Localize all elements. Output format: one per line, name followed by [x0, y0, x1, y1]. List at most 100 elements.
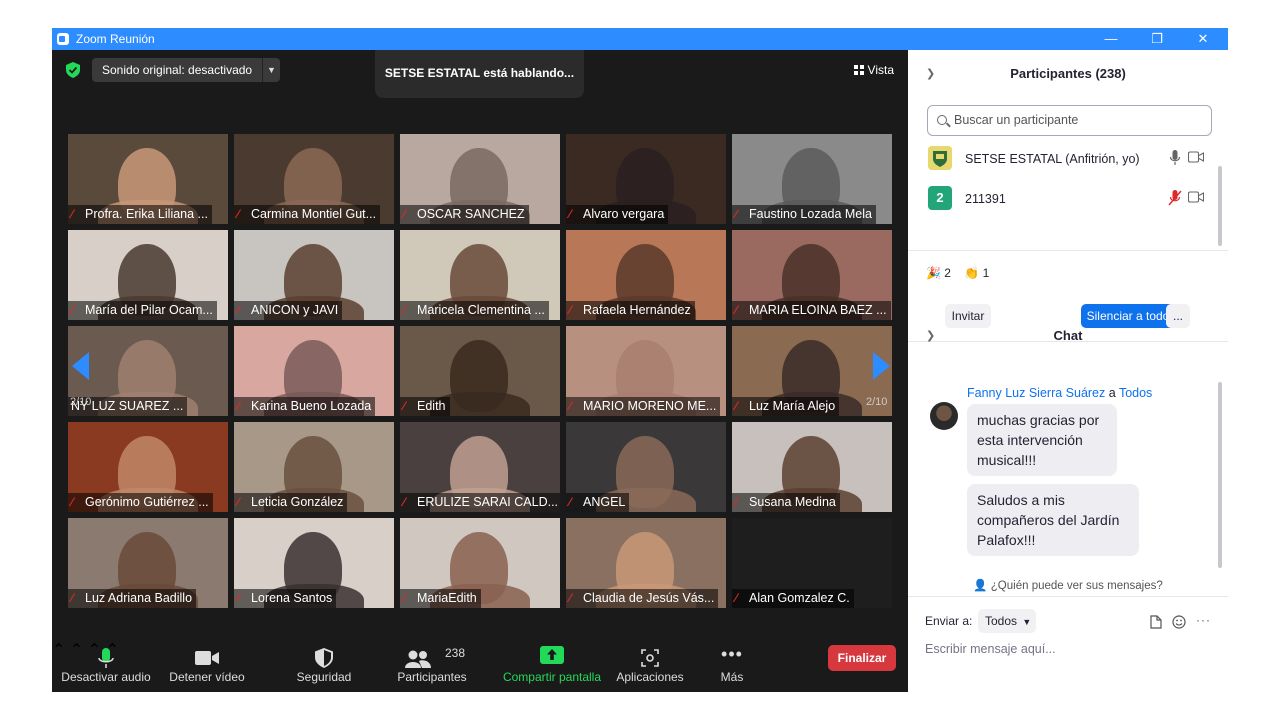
- video-tile[interactable]: ⁄ MariaEdith: [400, 518, 560, 608]
- tile-name-bar: ⁄ MariaEdith: [400, 589, 481, 608]
- end-meeting-button[interactable]: Finalizar: [828, 645, 896, 671]
- video-tile[interactable]: ⁄ Alvaro vergara: [566, 134, 726, 224]
- tile-name-bar: ⁄ Profra. Erika Liliana ...: [68, 205, 212, 224]
- active-speaker-banner: SETSE ESTATAL está hablando...: [375, 50, 584, 98]
- chevron-down-icon[interactable]: ▼: [262, 58, 280, 82]
- video-camera-icon[interactable]: [1188, 191, 1204, 203]
- participant-name: Faustino Lozada Mela: [749, 207, 872, 221]
- next-page-arrow-icon[interactable]: [873, 352, 890, 380]
- more-options-button[interactable]: ...: [1166, 304, 1190, 328]
- video-tile[interactable]: ⁄ María del Pilar Ocam...: [68, 230, 228, 320]
- security-button[interactable]: Seguridad: [288, 640, 360, 692]
- view-button[interactable]: Vista: [848, 60, 900, 80]
- participant-row[interactable]: SETSE ESTATAL (Anfitrión, yo): [908, 142, 1228, 178]
- participants-count: 238: [445, 646, 466, 660]
- apps-button[interactable]: Aplicaciones: [612, 640, 688, 692]
- video-tile[interactable]: ⁄ Edith: [400, 326, 560, 416]
- video-tile[interactable]: NY LUZ SUAREZ ...: [68, 326, 228, 416]
- participant-name: María del Pilar Ocam...: [85, 303, 213, 317]
- host-avatar: [928, 146, 952, 170]
- video-tile[interactable]: ⁄ Carmina Montiel Gut...: [234, 134, 394, 224]
- restore-button[interactable]: ❐: [1134, 28, 1180, 50]
- more-dots-icon: •••: [721, 644, 743, 664]
- participant-avatar: 2: [928, 186, 952, 210]
- message-visibility-link[interactable]: 👤 ¿Quién puede ver sus mensajes?: [908, 578, 1228, 592]
- video-tile[interactable]: ⁄ Karina Bueno Lozada: [234, 326, 394, 416]
- participants-label: Participantes: [397, 670, 467, 684]
- send-to-dropdown[interactable]: Todos ▼: [978, 609, 1036, 633]
- tile-name-bar: ⁄ Maricela Clementina ...: [400, 301, 549, 320]
- original-sound-toggle[interactable]: Sonido original: desactivado ▼: [92, 58, 280, 82]
- video-tile[interactable]: ⁄ Alan Gomzalez C.: [732, 518, 892, 608]
- video-tile[interactable]: ⁄ Lorena Santos: [234, 518, 394, 608]
- video-tile[interactable]: ⁄ Rafaela Hernández: [566, 230, 726, 320]
- muted-microphone-icon: ⁄: [237, 207, 240, 221]
- video-tile[interactable]: ⁄ Gerónimo Gutiérrez ...: [68, 422, 228, 512]
- chat-recipient[interactable]: Todos: [1119, 386, 1152, 400]
- muted-microphone-icon: ⁄: [71, 591, 74, 605]
- chat-scrollbar[interactable]: [1218, 382, 1222, 568]
- video-tile[interactable]: ⁄ Luz Adriana Badillo: [68, 518, 228, 608]
- stop-video-button[interactable]: Detener vídeo: [164, 640, 250, 692]
- participant-name: ERULIZE SARAI CALD...: [417, 495, 559, 509]
- page-indicator-left: 2/10: [70, 396, 92, 408]
- video-tile[interactable]: ⁄ Susana Medina: [732, 422, 892, 512]
- video-tile[interactable]: ⁄ Profra. Erika Liliana ...: [68, 134, 228, 224]
- participant-row[interactable]: 2 211391: [908, 182, 1228, 218]
- participant-search-input[interactable]: Buscar un participante: [927, 105, 1212, 136]
- participant-name: Alan Gomzalez C.: [749, 591, 850, 605]
- divider: [908, 596, 1228, 597]
- share-screen-icon: [540, 646, 564, 664]
- search-icon: [937, 115, 947, 125]
- chat-message[interactable]: muchas gracias por esta intervención mus…: [967, 404, 1117, 476]
- encryption-shield-icon[interactable]: [66, 62, 80, 78]
- invite-button[interactable]: Invitar: [945, 304, 991, 328]
- video-camera-icon[interactable]: [1188, 151, 1204, 163]
- video-tile[interactable]: ⁄ MARIA ELOINA BAEZ ...: [732, 230, 892, 320]
- microphone-icon[interactable]: [1170, 150, 1180, 166]
- minimize-button[interactable]: —: [1088, 28, 1134, 50]
- more-button[interactable]: ••• Más: [706, 640, 758, 692]
- reaction-counts: 🎉 2 👏 1: [926, 266, 989, 280]
- video-camera-icon: [195, 651, 219, 665]
- muted-microphone-icon: ⁄: [71, 303, 74, 317]
- video-tile[interactable]: ⁄ MARIO MORENO ME...: [566, 326, 726, 416]
- chat-sender-line: Fanny Luz Sierra Suárez a Todos: [967, 386, 1152, 400]
- participant-name: Luz Adriana Badillo: [85, 591, 193, 605]
- video-tile[interactable]: ⁄ ANICON y JAVI: [234, 230, 394, 320]
- file-icon[interactable]: [1150, 615, 1162, 629]
- tile-name-bar: ⁄ MARIA ELOINA BAEZ ...: [732, 301, 891, 320]
- send-to-label: Enviar a:: [925, 614, 973, 628]
- party-popper-icon: 🎉: [926, 266, 941, 280]
- video-tile[interactable]: ⁄ ANGEL: [566, 422, 726, 512]
- reaction-clap-count: 1: [982, 266, 990, 280]
- video-tile[interactable]: ⁄ OSCAR SANCHEZ: [400, 134, 560, 224]
- mute-audio-button[interactable]: Desactivar audio: [58, 640, 154, 692]
- chat-connector: a: [1108, 386, 1116, 400]
- security-label: Seguridad: [296, 670, 352, 684]
- muted-microphone-icon: ⁄: [403, 591, 406, 605]
- video-tile[interactable]: ⁄ ERULIZE SARAI CALD...: [400, 422, 560, 512]
- video-tile[interactable]: ⁄ Claudia de Jesús Vás...: [566, 518, 726, 608]
- previous-page-arrow-icon[interactable]: [72, 352, 89, 380]
- chat-more-icon[interactable]: ···: [1196, 613, 1211, 627]
- chat-message-input[interactable]: Escribir mensaje aquí...: [925, 642, 1056, 656]
- participant-name: Maricela Clementina ...: [417, 303, 545, 317]
- video-tile[interactable]: ⁄ Leticia González: [234, 422, 394, 512]
- participants-button[interactable]: 238 Participantes: [390, 640, 474, 692]
- close-button[interactable]: ✕: [1180, 28, 1226, 50]
- host-logo-icon: [928, 146, 952, 170]
- tile-name-bar: ⁄ Carmina Montiel Gut...: [234, 205, 381, 224]
- chat-sender-name[interactable]: Fanny Luz Sierra Suárez: [967, 386, 1105, 400]
- chat-message[interactable]: Saludos a mis compañeros del Jardín Pala…: [967, 484, 1139, 556]
- muted-microphone-icon: ⁄: [569, 495, 572, 509]
- emoji-icon[interactable]: [1172, 615, 1186, 629]
- video-tile[interactable]: ⁄ Maricela Clementina ...: [400, 230, 560, 320]
- participant-name: Leticia González: [251, 495, 344, 509]
- share-screen-button[interactable]: Compartir pantalla: [500, 640, 604, 692]
- muted-microphone-icon[interactable]: [1168, 190, 1182, 206]
- participant-name: OSCAR SANCHEZ: [417, 207, 525, 221]
- video-tile[interactable]: ⁄ Faustino Lozada Mela: [732, 134, 892, 224]
- participant-name: Lorena Santos: [251, 591, 333, 605]
- tile-name-bar: ⁄ Luz María Alejo: [732, 397, 840, 416]
